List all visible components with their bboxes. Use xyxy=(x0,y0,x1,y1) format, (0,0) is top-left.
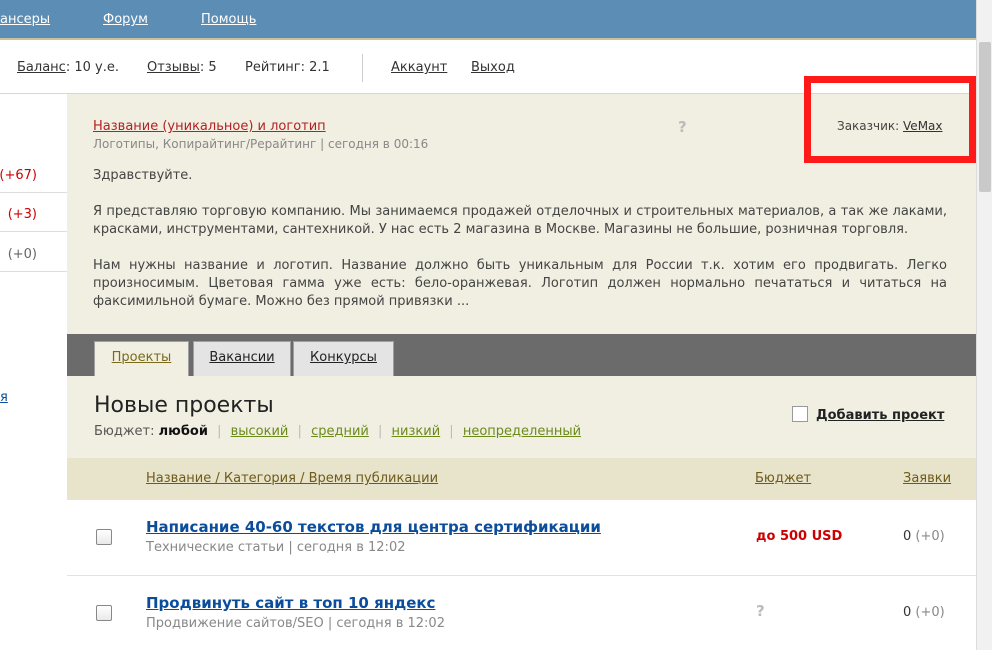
budget-option-low[interactable]: низкий xyxy=(392,424,441,439)
project-bids: 0 (+0) xyxy=(903,605,945,620)
left-count-1: (+67) xyxy=(0,168,37,183)
bids-extra: (+0) xyxy=(915,529,945,544)
separator: | xyxy=(378,424,383,439)
table-row: Продвинуть сайт в топ 10 яндекс Продвиже… xyxy=(67,576,976,650)
tab-contests[interactable]: Конкурсы xyxy=(293,341,394,376)
left-count-2: (+3) xyxy=(7,207,37,222)
page-scrollbar[interactable] xyxy=(976,0,992,650)
budget-option-medium[interactable]: средний xyxy=(311,424,369,439)
tab-bar: Проекты Вакансии Конкурсы xyxy=(67,334,976,377)
reviews: Отзывы: 5 xyxy=(147,60,217,75)
project-budget-unknown: ? xyxy=(756,602,765,620)
left-divider xyxy=(0,271,67,272)
budget-option-high[interactable]: высокий xyxy=(231,424,289,439)
add-project[interactable]: Добавить проект xyxy=(792,406,944,423)
featured-paragraph-2: Нам нужны название и логотип. Название д… xyxy=(93,258,947,309)
left-link[interactable]: я xyxy=(0,390,8,405)
top-nav-bar: ансеры Форум Помощь xyxy=(0,0,976,40)
add-project-icon[interactable] xyxy=(792,406,808,422)
left-divider xyxy=(0,192,67,193)
balance-value: : 10 у.е. xyxy=(65,60,119,75)
budget-option-undefined[interactable]: неопределенный xyxy=(463,424,581,439)
featured-project-meta: Логотипы, Копирайтинг/Рерайтинг | сегодн… xyxy=(93,137,429,151)
budget-filter: Бюджет: любой | высокий | средний | низк… xyxy=(94,424,581,439)
project-meta: Технические статьи | сегодня в 12:02 xyxy=(146,540,406,555)
column-name[interactable]: Название / Категория / Время публикации xyxy=(146,471,438,486)
left-count-3: (+0) xyxy=(7,247,37,262)
separator: | xyxy=(449,424,454,439)
table-header: Название / Категория / Время публикации … xyxy=(67,458,976,500)
left-column: (+67) (+3) (+0) я xyxy=(0,94,67,650)
highlight-box xyxy=(804,76,976,163)
featured-paragraph-1: Я представляю торговую компанию. Мы зани… xyxy=(93,204,947,237)
separator: | xyxy=(297,424,302,439)
row-checkbox[interactable] xyxy=(96,529,112,545)
bids-count: 0 xyxy=(903,605,912,620)
scrollbar-thumb[interactable] xyxy=(979,42,991,192)
nav-help[interactable]: Помощь xyxy=(201,12,256,27)
budget-label: Бюджет: xyxy=(94,424,155,439)
column-budget[interactable]: Бюджет xyxy=(755,471,811,486)
projects-list-header: Новые проекты Бюджет: любой | высокий | … xyxy=(67,376,976,458)
project-title-link[interactable]: Продвинуть сайт в топ 10 яндекс xyxy=(146,594,435,612)
featured-greeting: Здравствуйте. xyxy=(93,168,193,183)
featured-budget-unknown: ? xyxy=(678,118,687,136)
tab-projects[interactable]: Проекты xyxy=(94,341,189,377)
project-price: до 500 USD xyxy=(756,529,843,544)
budget-current: любой xyxy=(158,424,208,439)
tab-vacancies[interactable]: Вакансии xyxy=(193,341,291,376)
project-meta: Продвижение сайтов/SEO | сегодня в 12:02 xyxy=(146,616,445,631)
project-title-link[interactable]: Написание 40-60 текстов для центра серти… xyxy=(146,518,601,536)
separator: | xyxy=(217,424,222,439)
featured-project-title[interactable]: Название (уникальное) и логотип xyxy=(93,119,326,134)
project-bids: 0 (+0) xyxy=(903,529,945,544)
nav-freelancers[interactable]: ансеры xyxy=(0,12,50,27)
left-divider xyxy=(0,231,67,232)
nav-forum[interactable]: Форум xyxy=(103,12,148,27)
rating: Рейтинг: 2.1 xyxy=(245,60,330,75)
reviews-link[interactable]: Отзывы xyxy=(147,60,200,75)
balance-link[interactable]: Баланс xyxy=(17,60,66,75)
bids-extra: (+0) xyxy=(915,605,945,620)
bids-count: 0 xyxy=(903,529,912,544)
reviews-value: : 5 xyxy=(199,60,217,75)
add-project-link[interactable]: Добавить проект xyxy=(816,408,944,423)
table-row: Написание 40-60 текстов для центра серти… xyxy=(67,500,976,576)
balance: Баланс: 10 у.е. xyxy=(17,60,119,75)
page-title: Новые проекты xyxy=(94,393,274,418)
divider xyxy=(362,54,363,82)
column-bids[interactable]: Заявки xyxy=(903,471,951,486)
account-link[interactable]: Аккаунт xyxy=(391,60,447,75)
logout-link[interactable]: Выход xyxy=(471,60,515,75)
row-checkbox[interactable] xyxy=(96,605,112,621)
